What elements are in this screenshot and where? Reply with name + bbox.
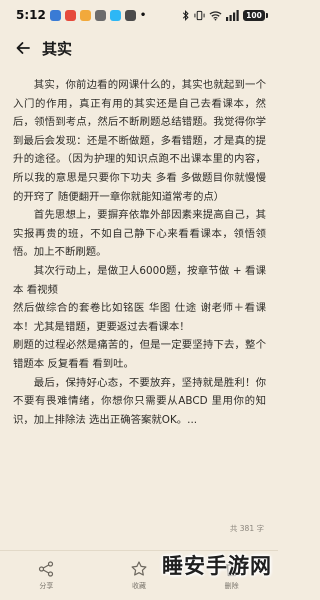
site-watermark: 睡安手游网 xyxy=(162,554,272,578)
status-right: 100 xyxy=(182,9,268,21)
vibrate-icon xyxy=(194,10,205,20)
note-content[interactable]: 其实，你前边看的网课什么的，其实也就起到一个入门的作用，真正有用的其实还是自己去… xyxy=(13,76,266,429)
status-left: 5:12 • xyxy=(16,8,146,22)
paragraph: 然后做综合的套卷比如铭医 华图 仕途 谢老师＋看课本！尤其是错题，更要返过去看课… xyxy=(13,302,266,333)
share-button[interactable]: 分享 xyxy=(0,552,93,600)
battery-level: 100 xyxy=(246,10,262,20)
paragraph: 首先思想上，要摒弃依靠外部因素来提高自己，其实报再贵的班，不如自己静下心来看看课… xyxy=(13,209,266,259)
battery-body: 100 xyxy=(243,9,265,21)
signal-icon xyxy=(226,9,239,21)
status-time: 5:12 xyxy=(16,8,46,22)
app-notification-icon xyxy=(64,9,76,21)
app-notification-icon xyxy=(79,9,91,21)
status-bar: 5:12 • 100 xyxy=(0,0,278,30)
paragraph: 最后，保持好心态，不要放弃，坚持就是胜利！你不要有畏难情绪，你想你只需要从ABC… xyxy=(13,376,266,426)
wifi-icon xyxy=(209,10,222,21)
delete-label: 删除 xyxy=(224,582,239,590)
back-arrow-icon[interactable] xyxy=(14,39,32,57)
app-notification-icon xyxy=(109,9,121,21)
share-icon xyxy=(39,561,54,577)
paragraph: 刷题的过程必然是痛苦的，但是一定要坚持下去，整个错题本 反复看看 看到吐。 xyxy=(13,339,266,370)
word-count: 共 381 字 xyxy=(229,524,264,533)
battery-cap xyxy=(266,12,268,18)
bluetooth-icon xyxy=(182,9,189,21)
favorite-label: 收藏 xyxy=(132,582,146,590)
page-title: 其实 xyxy=(42,39,73,58)
app-notification-icon xyxy=(49,9,61,21)
battery-icon: 100 xyxy=(243,9,268,21)
star-icon xyxy=(131,561,147,576)
more-dots-icon: • xyxy=(139,9,147,21)
paragraph: 其实，你前边看的网课什么的，其实也就起到一个入门的作用，真正有用的其实还是自己去… xyxy=(13,79,266,203)
app-notification-icon xyxy=(124,9,136,21)
paragraph: 其次行动上，是做卫人6000题，按章节做 + 看课本 看视频 xyxy=(13,264,266,296)
app-notification-icon xyxy=(94,9,106,21)
share-label: 分享 xyxy=(39,582,54,590)
title-bar: 其实 xyxy=(0,34,278,62)
